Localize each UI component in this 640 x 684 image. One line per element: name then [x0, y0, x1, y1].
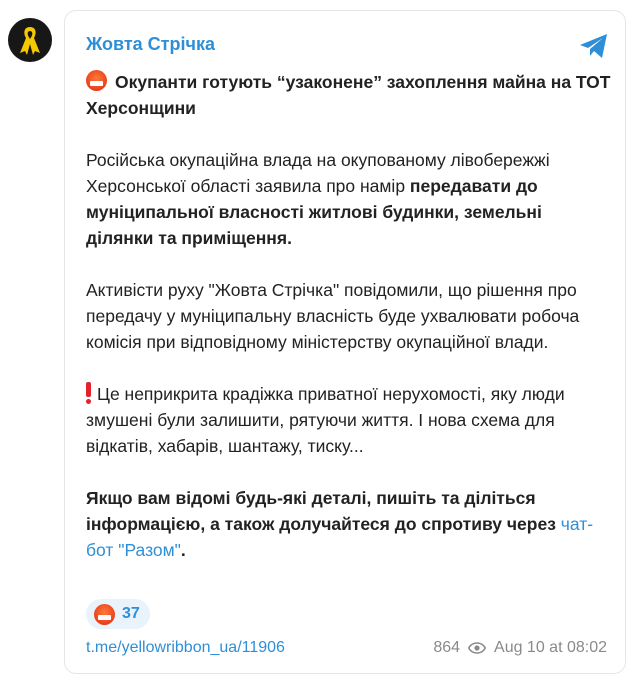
paragraph-3: Це неприкрита крадіжка приватної нерухом…: [86, 381, 611, 459]
paragraph-4: Якщо вам відомі будь-які деталі, пишіть …: [86, 485, 611, 563]
yellow-ribbon-icon: [20, 27, 40, 55]
eye-icon: [468, 642, 487, 654]
reaction-count: 37: [122, 605, 140, 622]
post-link[interactable]: t.me/yellowribbon_ua/11906: [86, 639, 285, 657]
view-count: 864: [433, 639, 461, 656]
paragraph-2: Активісти руху "Жовта Стрічка" повідомил…: [86, 280, 580, 352]
angry-face-emoji: [94, 603, 115, 625]
angry-face-emoji: [86, 70, 107, 91]
post-title-row: Окупанти готують “узаконене” захоплення …: [86, 69, 611, 121]
telegram-icon[interactable]: [579, 33, 609, 59]
paragraph-4-end: .: [180, 540, 186, 560]
channel-name[interactable]: Жовта Стрічка: [86, 34, 215, 55]
post-card: Жовта Стрічка Окупанти готують “узаконен…: [64, 10, 626, 674]
paragraph-3-text: Це неприкрита крадіжка приватної нерухом…: [86, 384, 565, 456]
channel-avatar[interactable]: [8, 18, 52, 62]
post-meta: 864 Aug 10 at 08:02: [433, 639, 607, 657]
post-body: Окупанти готують “узаконене” захоплення …: [86, 69, 611, 589]
reaction-button[interactable]: 37: [86, 599, 150, 629]
post-title: Окупанти готують “узаконене” захоплення …: [86, 72, 611, 118]
exclamation-emoji: [86, 382, 91, 404]
paragraph-4-text: Якщо вам відомі будь-які деталі, пишіть …: [86, 488, 561, 534]
paragraph-1: Російська окупаційна влада на окупованом…: [86, 147, 611, 251]
post-date: Aug 10 at 08:02: [494, 639, 607, 656]
